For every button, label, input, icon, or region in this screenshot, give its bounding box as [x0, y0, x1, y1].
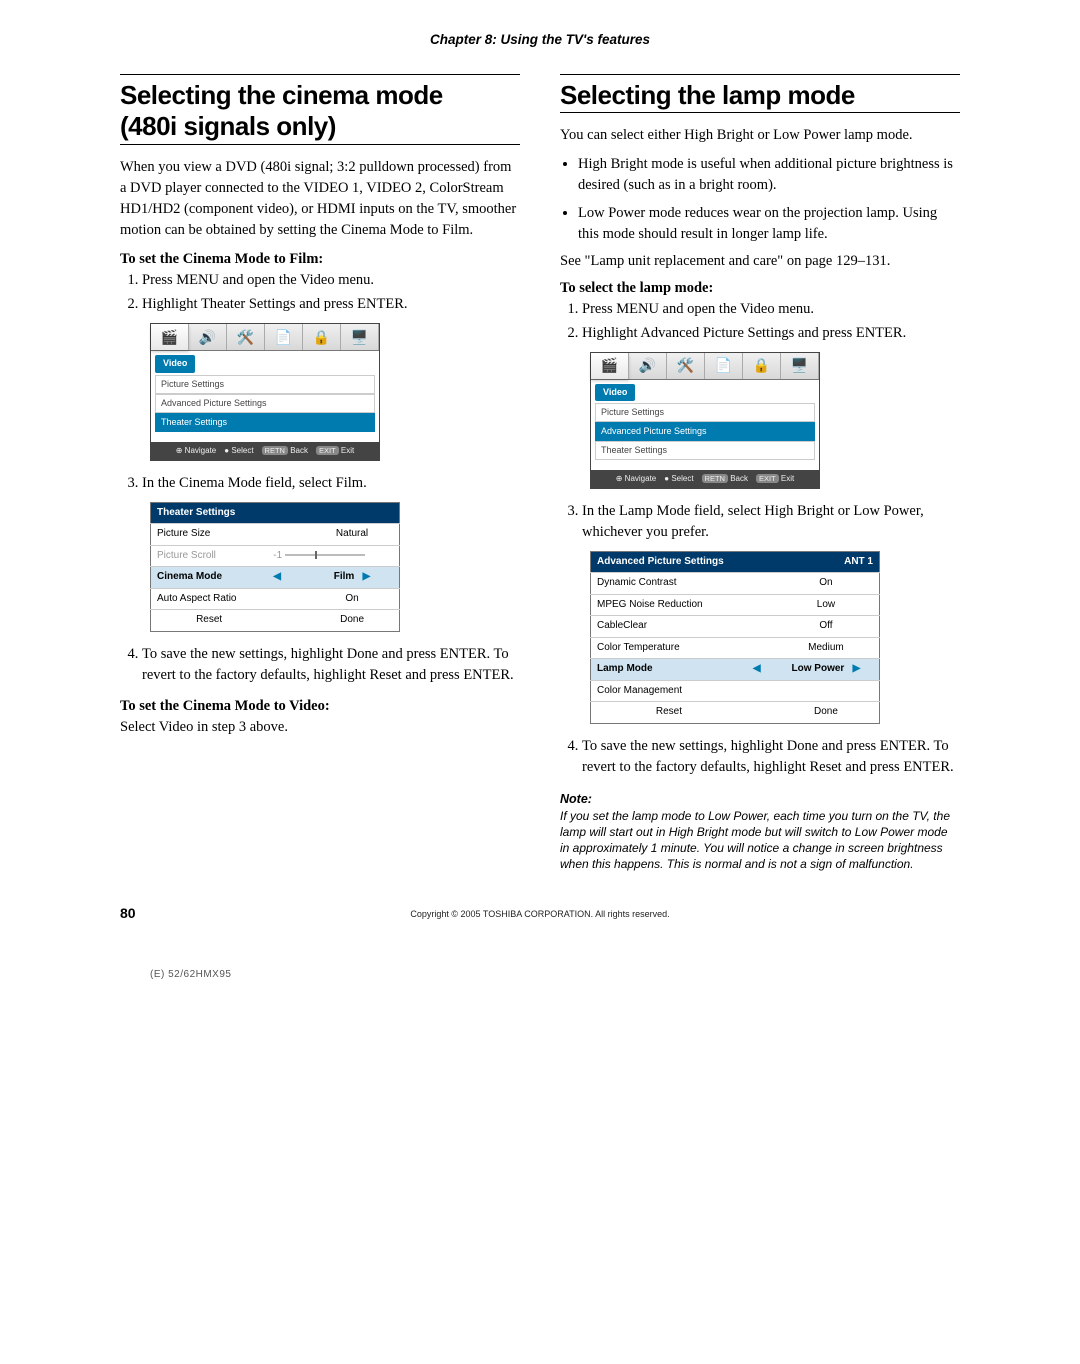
- tab-settings-icon: 📄: [705, 353, 743, 379]
- left-subhead1: To set the Cinema Mode to Film:: [120, 249, 520, 270]
- right-column: Selecting the lamp mode You can select e…: [560, 74, 960, 873]
- menu-item-selected: Advanced Picture Settings: [595, 422, 815, 441]
- table-cell: Dynamic Contrast: [591, 573, 747, 595]
- footer-code: (E) 52/62HMX95: [0, 938, 1080, 983]
- left-arrow-icon: ◀: [267, 567, 305, 589]
- select-icon: ● Select: [224, 445, 253, 457]
- nav-icon: ⊕ Navigate: [616, 473, 657, 485]
- done-button: Done: [773, 702, 880, 724]
- table-header: Advanced Picture Settings: [591, 551, 773, 573]
- back-icon: RETN Back: [262, 445, 308, 457]
- left-step3: In the Cinema Mode field, select Film.: [142, 473, 520, 494]
- right-subhead1: To select the lamp mode:: [560, 278, 960, 299]
- table-cell: Film: [334, 571, 355, 582]
- menu-label: Video: [155, 355, 195, 372]
- table-cell: Low Power: [792, 663, 845, 674]
- reset-button: Reset: [151, 610, 268, 632]
- tab-lock-icon: 🔒: [303, 324, 341, 350]
- tab-tool-icon: 🛠️: [667, 353, 705, 379]
- right-step2: Highlight Advanced Picture Settings and …: [582, 323, 960, 344]
- left-step4: To save the new settings, highlight Done…: [142, 644, 520, 686]
- right-arrow-icon: ▶: [853, 663, 861, 674]
- tab-tool-icon: 🛠️: [227, 324, 265, 350]
- left-step2: Highlight Theater Settings and press ENT…: [142, 294, 520, 315]
- left-arrow-icon: ◀: [747, 659, 773, 681]
- ant-label: ANT 1: [773, 551, 880, 573]
- chapter-header: Chapter 8: Using the TV's features: [0, 30, 1080, 50]
- advanced-picture-table: Advanced Picture Settings ANT 1 Dynamic …: [590, 551, 880, 724]
- menu-item: Picture Settings: [595, 403, 815, 422]
- table-cell: MPEG Noise Reduction: [591, 594, 747, 616]
- left-intro: When you view a DVD (480i signal; 3:2 pu…: [120, 157, 520, 241]
- tab-audio-icon: 🔊: [189, 324, 227, 350]
- tab-video-icon: 🎬: [591, 353, 629, 379]
- tab-video-icon: 🎬: [151, 324, 189, 350]
- note-body: If you set the lamp mode to Low Power, e…: [560, 808, 960, 873]
- select-icon: ● Select: [664, 473, 693, 485]
- table-cell: Medium: [773, 637, 880, 659]
- table-cell: Color Temperature: [591, 637, 747, 659]
- right-intro: You can select either High Bright or Low…: [560, 125, 960, 146]
- table-header: Theater Settings: [151, 502, 400, 524]
- left-step1: Press MENU and open the Video menu.: [142, 270, 520, 291]
- copyright: Copyright © 2005 TOSHIBA CORPORATION. Al…: [0, 908, 1080, 921]
- tab-settings-icon: 📄: [265, 324, 303, 350]
- see-ref: See "Lamp unit replacement and care" on …: [560, 251, 960, 272]
- bullet: Low Power mode reduces wear on the proje…: [578, 203, 960, 245]
- video-menu-shot-right: 🎬 🔊 🛠️ 📄 🔒 🖥️ Video Picture Settings Adv…: [590, 352, 820, 489]
- nav-icon: ⊕ Navigate: [176, 445, 217, 457]
- left-closing: Select Video in step 3 above.: [120, 717, 520, 738]
- table-cell: Natural: [305, 524, 399, 546]
- theater-settings-table: Theater Settings Picture Size Natural Pic…: [150, 502, 400, 632]
- right-arrow-icon: ▶: [363, 571, 371, 582]
- right-title: Selecting the lamp mode: [560, 81, 960, 111]
- menu-item: Picture Settings: [155, 375, 375, 394]
- table-cell: Color Management: [591, 680, 747, 702]
- table-cell: On: [773, 573, 880, 595]
- table-cell: Picture Scroll: [151, 545, 268, 567]
- table-cell: Low: [773, 594, 880, 616]
- table-cell: [773, 680, 880, 702]
- menu-item: Advanced Picture Settings: [155, 394, 375, 413]
- table-cell: Lamp Mode: [591, 659, 747, 681]
- left-title-b: (480i signals only): [120, 112, 520, 142]
- reset-button: Reset: [591, 702, 747, 724]
- done-button: Done: [305, 610, 399, 632]
- table-cell: On: [305, 588, 399, 610]
- exit-icon: EXIT Exit: [756, 473, 794, 485]
- tab-audio-icon: 🔊: [629, 353, 667, 379]
- exit-icon: EXIT Exit: [316, 445, 354, 457]
- back-icon: RETN Back: [702, 473, 748, 485]
- table-cell: Off: [773, 616, 880, 638]
- table-cell: CableClear: [591, 616, 747, 638]
- tab-pc-icon: 🖥️: [341, 324, 379, 350]
- right-step4: To save the new settings, highlight Done…: [582, 736, 960, 778]
- tab-lock-icon: 🔒: [743, 353, 781, 379]
- right-step3: In the Lamp Mode field, select High Brig…: [582, 501, 960, 543]
- left-title-a: Selecting the cinema mode: [120, 81, 520, 111]
- slider-icon: [285, 554, 365, 556]
- table-cell: Auto Aspect Ratio: [151, 588, 268, 610]
- right-step1: Press MENU and open the Video menu.: [582, 299, 960, 320]
- note-heading: Note:: [560, 790, 960, 808]
- menu-item: Theater Settings: [595, 441, 815, 460]
- tab-pc-icon: 🖥️: [781, 353, 819, 379]
- table-cell: Cinema Mode: [151, 567, 268, 589]
- table-cell: Picture Size: [151, 524, 268, 546]
- left-subhead2: To set the Cinema Mode to Video:: [120, 696, 520, 717]
- menu-label: Video: [595, 384, 635, 401]
- slider-value: -1: [273, 550, 282, 561]
- video-menu-shot-left: 🎬 🔊 🛠️ 📄 🔒 🖥️ Video Picture Settings Adv…: [150, 323, 380, 460]
- bullet: High Bright mode is useful when addition…: [578, 154, 960, 196]
- left-column: Selecting the cinema mode (480i signals …: [120, 74, 520, 873]
- menu-item-selected: Theater Settings: [155, 413, 375, 432]
